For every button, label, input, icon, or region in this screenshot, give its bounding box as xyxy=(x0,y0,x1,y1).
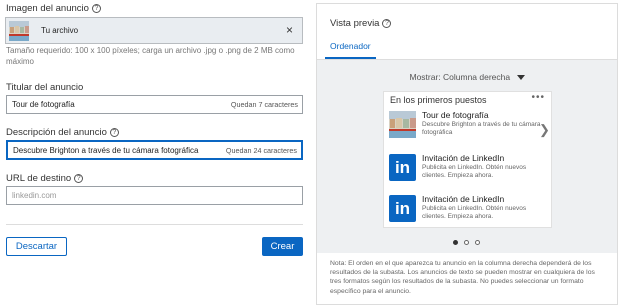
headline-counter: Quedan 7 caracteres xyxy=(230,100,298,109)
description-label: Descripción del anuncio ? xyxy=(6,127,119,138)
placement-select[interactable]: Mostrar: Columna derecha xyxy=(317,72,617,82)
ad-image-thumbnail xyxy=(389,111,416,138)
create-button[interactable]: Crear xyxy=(262,237,303,256)
ad-description: Publicita en LinkedIn. Obtén nuevos clie… xyxy=(422,205,527,220)
close-icon[interactable]: × xyxy=(286,23,293,37)
url-label-text: URL de destino xyxy=(6,173,72,184)
linkedin-logo-icon: in xyxy=(389,195,416,222)
help-icon[interactable]: ? xyxy=(74,174,84,183)
headline-label-text: Titular del anuncio xyxy=(6,82,84,93)
image-thumbnail xyxy=(9,21,29,41)
image-file-name: Tu archivo xyxy=(41,26,79,35)
description-input[interactable]: Descubre Brighton a través de tu cámara … xyxy=(6,140,303,160)
preview-title-text: Vista previa xyxy=(330,18,380,29)
form-divider xyxy=(6,224,303,225)
preview-pager xyxy=(453,240,480,245)
linkedin-logo-icon: in xyxy=(389,154,416,181)
preview-panel: Vista previa ? Ordenador Mostrar: Column… xyxy=(316,3,618,305)
ad-title: Tour de fotografía xyxy=(422,110,489,120)
url-placeholder: linkedin.com xyxy=(12,191,57,200)
ad-title: Invitación de LinkedIn xyxy=(422,153,505,163)
chevron-right-icon[interactable]: ❯ xyxy=(539,122,550,138)
description-value: Descubre Brighton a través de tu cámara … xyxy=(13,145,199,155)
headline-input[interactable]: Tour de fotografía Quedan 7 caracteres xyxy=(6,95,303,114)
discard-button[interactable]: Descartar xyxy=(6,237,67,256)
headline-value: Tour de fotografía xyxy=(12,100,75,109)
preview-note: Nota: El orden en el que aparezca tu anu… xyxy=(330,260,595,295)
image-upload-field[interactable]: Tu archivo × xyxy=(5,17,303,44)
placement-select-label: Mostrar: Columna derecha xyxy=(409,72,511,82)
image-label-text: Imagen del anuncio xyxy=(6,3,89,14)
preview-title: Vista previa ? xyxy=(330,18,392,29)
help-icon[interactable]: ? xyxy=(91,4,101,13)
image-hint: Tamaño requerido: 100 x 100 píxeles; car… xyxy=(6,46,295,66)
ad-description: Publicita en LinkedIn. Obtén nuevos clie… xyxy=(422,164,527,179)
url-input[interactable]: linkedin.com xyxy=(6,186,303,205)
tab-desktop[interactable]: Ordenador xyxy=(330,41,371,51)
more-options-icon[interactable]: ••• xyxy=(531,92,545,103)
ad-description: Descubre Brighton a través de tu cámara … xyxy=(422,121,541,136)
description-label-text: Descripción del anuncio xyxy=(6,127,107,138)
ad-preview-card: En los primeros puestos ••• Tour de foto… xyxy=(383,91,552,228)
preview-area: Mostrar: Columna derecha En los primeros… xyxy=(317,60,617,253)
ad-form: Imagen del anuncio ? Tu archivo × Tamaño… xyxy=(0,0,310,308)
card-heading: En los primeros puestos xyxy=(390,95,487,105)
help-icon[interactable]: ? xyxy=(382,19,392,28)
description-counter: Quedan 24 caracteres xyxy=(225,145,297,155)
help-icon[interactable]: ? xyxy=(109,128,119,137)
image-label: Imagen del anuncio ? xyxy=(6,3,101,14)
headline-label: Titular del anuncio xyxy=(6,82,83,93)
ad-title: Invitación de LinkedIn xyxy=(422,194,505,204)
url-label: URL de destino ? xyxy=(6,173,84,184)
pager-dot[interactable] xyxy=(475,240,480,245)
pager-dot[interactable] xyxy=(464,240,469,245)
pager-dot[interactable] xyxy=(453,240,458,245)
caret-down-icon xyxy=(516,74,525,80)
